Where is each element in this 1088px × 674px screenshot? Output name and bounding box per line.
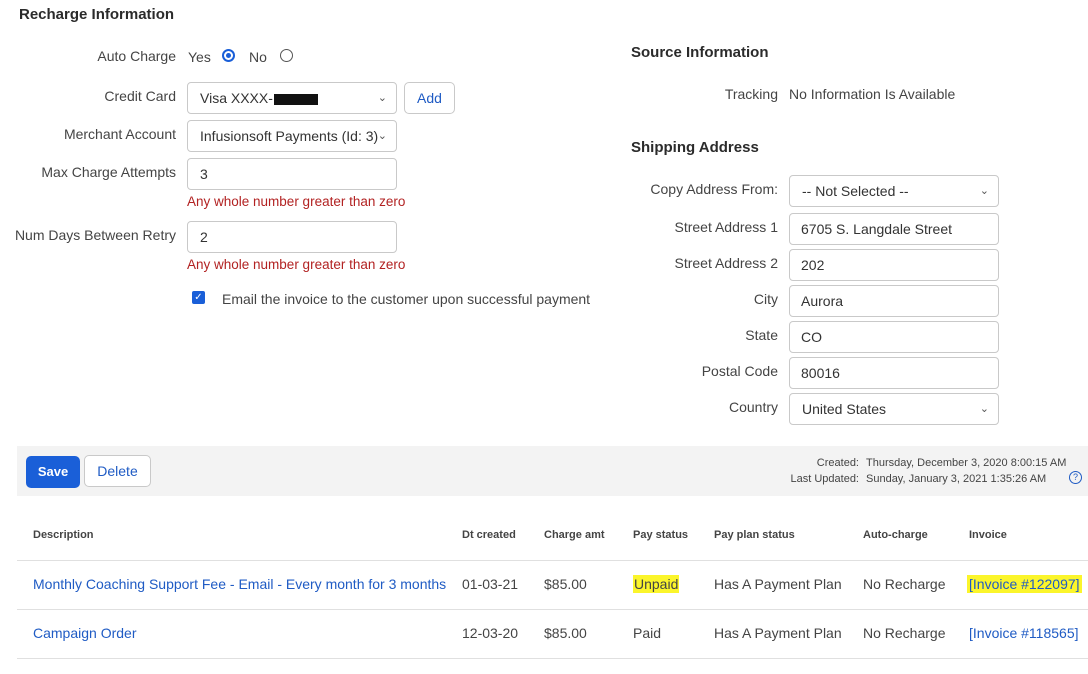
row-pay-status: Paid: [633, 625, 662, 641]
street2-input[interactable]: 202: [789, 249, 999, 281]
country-select[interactable]: United States ⌄: [789, 393, 999, 425]
row-date: 12-03-20: [462, 625, 519, 641]
row-date: 01-03-21: [462, 576, 519, 592]
chevron-down-icon: ⌄: [377, 130, 387, 142]
row-description-link[interactable]: Monthly Coaching Support Fee - Email - E…: [33, 576, 446, 592]
country-value: United States: [802, 401, 887, 417]
delete-button[interactable]: Delete: [84, 455, 151, 487]
auto-charge-no-label: No: [249, 49, 267, 65]
street2-label: Street Address 2: [674, 255, 778, 271]
copy-address-select[interactable]: -- Not Selected -- ⌄: [789, 175, 999, 207]
chevron-down-icon: ⌄: [377, 92, 387, 104]
retry-days-label: Num Days Between Retry: [14, 227, 176, 243]
chevron-down-icon: ⌄: [979, 403, 989, 415]
row-auto-charge: No Recharge: [863, 576, 946, 592]
state-label: State: [745, 327, 778, 343]
col-description[interactable]: Description: [33, 529, 94, 541]
col-charge-amount[interactable]: Charge amt: [544, 529, 605, 541]
table-divider: [17, 658, 1088, 659]
auto-charge-label: Auto Charge: [97, 48, 176, 64]
table-row: Monthly Coaching Support Fee - Email - E…: [0, 561, 1088, 609]
auto-charge-yes-radio[interactable]: [222, 49, 235, 62]
max-attempts-input[interactable]: 3: [187, 158, 397, 190]
copy-address-label: Copy Address From:: [650, 181, 778, 197]
email-invoice-checkbox[interactable]: ✓: [192, 291, 205, 304]
col-invoice[interactable]: Invoice: [969, 529, 1007, 541]
updated-label: Last Updated:: [790, 473, 860, 485]
row-auto-charge: No Recharge: [863, 625, 946, 641]
credit-card-select[interactable]: Visa XXXX- ⌄: [187, 82, 397, 114]
country-label: Country: [728, 399, 778, 415]
copy-address-value: -- Not Selected --: [802, 183, 909, 199]
row-amount: $85.00: [544, 625, 587, 641]
city-label: City: [753, 291, 778, 307]
city-input[interactable]: Aurora: [789, 285, 999, 317]
chevron-down-icon: ⌄: [979, 185, 989, 197]
shipping-title: Shipping Address: [631, 139, 759, 156]
col-pay-status[interactable]: Pay status: [633, 529, 688, 541]
redaction-mark: [273, 93, 318, 105]
merchant-account-value: Infusionsoft Payments (Id: 3): [200, 128, 379, 144]
updated-value: Sunday, January 3, 2021 1:35:26 AM: [866, 473, 1047, 485]
tracking-value: No Information Is Available: [789, 86, 956, 102]
row-plan-status: Has A Payment Plan: [714, 576, 842, 592]
row-pay-status: Unpaid: [633, 575, 680, 593]
col-date-created[interactable]: Dt created: [462, 529, 516, 541]
col-pay-plan-status[interactable]: Pay plan status: [714, 529, 795, 541]
save-button[interactable]: Save: [26, 456, 80, 488]
postal-code-input[interactable]: 80016: [789, 357, 999, 389]
source-title: Source Information: [631, 44, 769, 61]
add-card-button[interactable]: Add: [404, 82, 455, 114]
email-invoice-label: Email the invoice to the customer upon s…: [222, 291, 591, 307]
row-invoice-link[interactable]: [Invoice #118565]: [969, 625, 1079, 641]
state-input[interactable]: CO: [789, 321, 999, 353]
action-bar: [17, 446, 1088, 496]
max-attempts-label: Max Charge Attempts: [41, 164, 176, 180]
merchant-account-label: Merchant Account: [63, 126, 176, 142]
tracking-label: Tracking: [724, 86, 778, 102]
street1-label: Street Address 1: [674, 219, 778, 235]
auto-charge-yes-label: Yes: [188, 49, 211, 65]
row-description-link[interactable]: Campaign Order: [33, 625, 137, 641]
credit-card-value: Visa XXXX-: [200, 90, 273, 106]
created-label: Created:: [816, 457, 859, 469]
max-attempts-hint: Any whole number greater than zero: [187, 194, 406, 209]
auto-charge-no-radio[interactable]: [280, 49, 293, 62]
row-plan-status: Has A Payment Plan: [714, 625, 842, 641]
created-value: Thursday, December 3, 2020 8:00:15 AM: [866, 457, 1067, 469]
credit-card-label: Credit Card: [104, 88, 176, 104]
merchant-account-select[interactable]: Infusionsoft Payments (Id: 3) ⌄: [187, 120, 397, 152]
postal-code-label: Postal Code: [701, 363, 778, 379]
table-row: Campaign Order 12-03-20 $85.00 Paid Has …: [0, 610, 1088, 658]
street1-input[interactable]: 6705 S. Langdale Street: [789, 213, 999, 245]
row-invoice-link[interactable]: [Invoice #122097]: [967, 575, 1082, 593]
retry-days-hint: Any whole number greater than zero: [187, 257, 406, 272]
retry-days-input[interactable]: 2: [187, 221, 397, 253]
help-icon[interactable]: ?: [1069, 471, 1082, 484]
row-amount: $85.00: [544, 576, 587, 592]
col-auto-charge[interactable]: Auto-charge: [863, 529, 928, 541]
recharge-title: Recharge Information: [19, 6, 175, 23]
